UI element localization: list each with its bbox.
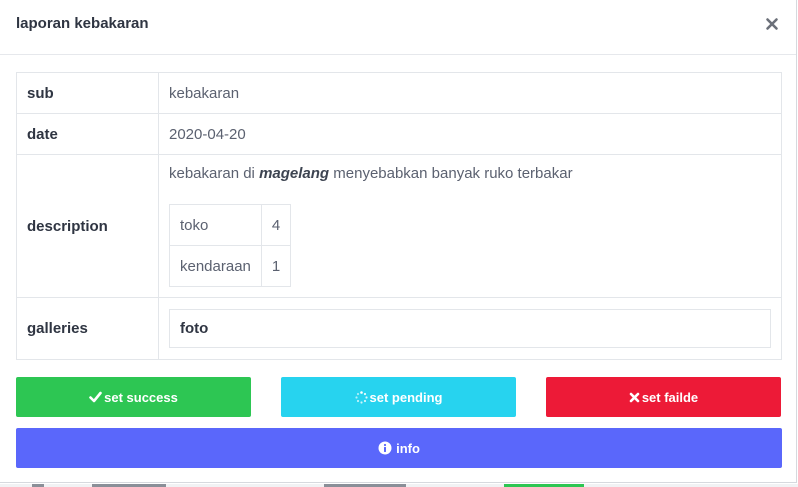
damage-item-name: toko <box>169 204 262 246</box>
description-location: magelang <box>259 165 330 182</box>
close-icon <box>766 18 778 30</box>
description-text: kebakaran di magelang menyebabkan banyak… <box>169 164 771 184</box>
spinner-icon <box>354 390 368 404</box>
set-pending-button[interactable]: set pending <box>281 377 516 417</box>
detail-value: kebakaran <box>158 72 782 114</box>
set-failed-label: set failde <box>641 389 699 405</box>
set-success-label: set success <box>104 389 178 405</box>
detail-key: sub <box>16 72 159 114</box>
detail-value: foto <box>158 297 782 360</box>
set-pending-label: set pending <box>369 389 443 405</box>
damage-item-count: 1 <box>260 245 292 287</box>
damage-item-name: kendaraan <box>169 245 262 287</box>
detail-key: description <box>16 154 159 298</box>
modal-header: laporan kebakaran <box>0 0 796 55</box>
info-button[interactable]: info <box>16 428 782 468</box>
table-row: kendaraan 1 <box>169 245 292 287</box>
check-icon <box>89 391 102 403</box>
set-success-button[interactable]: set success <box>16 377 251 417</box>
detail-row-sub: sub kebakaran <box>16 72 782 114</box>
x-icon <box>629 392 640 402</box>
detail-row-date: date 2020-04-20 <box>16 113 782 155</box>
detail-row-galleries: galleries foto <box>16 297 782 360</box>
close-button[interactable] <box>764 16 780 32</box>
damage-table: toko 4 kendaraan 1 <box>169 204 292 287</box>
set-failed-button[interactable]: set failde <box>546 377 781 417</box>
damage-item-count: 4 <box>260 204 292 246</box>
info-label: info <box>396 440 420 456</box>
detail-value: kebakaran di magelang menyebabkan banyak… <box>158 154 782 298</box>
detail-table: sub kebakaran date 2020-04-20 descriptio… <box>16 72 782 360</box>
detail-key: galleries <box>16 297 159 360</box>
description-text-after: menyebabkan banyak ruko terbakar <box>329 165 573 182</box>
gallery-item-foto[interactable]: foto <box>169 309 771 348</box>
description-text-before: kebakaran di <box>169 165 260 182</box>
report-modal: laporan kebakaran sub kebakaran date 202… <box>0 0 797 483</box>
detail-row-description: description kebakaran di magelang menyeb… <box>16 154 782 298</box>
detail-value: 2020-04-20 <box>158 113 782 155</box>
detail-key: date <box>16 113 159 155</box>
table-row: toko 4 <box>169 204 292 246</box>
modal-title: laporan kebakaran <box>16 15 149 32</box>
info-icon <box>378 441 392 455</box>
